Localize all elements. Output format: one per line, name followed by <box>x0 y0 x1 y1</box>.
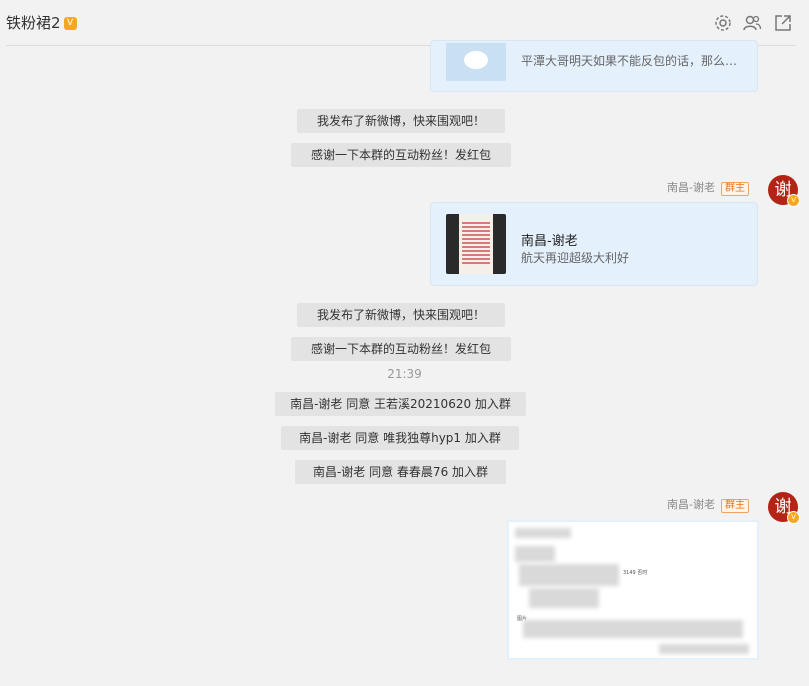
verified-icon: V <box>63 17 77 30</box>
group-title: 铁粉裙2 V <box>6 12 77 33</box>
blurred-content <box>523 620 743 638</box>
owner-badge: 群主 <box>720 182 749 196</box>
sender-name: 南昌-谢老 <box>667 181 715 194</box>
system-message: 感谢一下本群的互动粉丝！发红包 <box>291 143 511 167</box>
card-subtitle: 平潭大哥明天如果不能反包的话，那么… <box>521 54 738 68</box>
card-subtitle: 航天再迎超级大利好 <box>521 251 630 265</box>
verified-icon: V <box>787 511 800 524</box>
system-message: 感谢一下本群的互动粉丝！发红包 <box>291 337 511 361</box>
join-message: 南昌-谢老 同意 王若溪20210620 加入群 <box>275 392 526 416</box>
avatar[interactable]: 谢V <box>768 175 800 207</box>
blurred-content <box>515 546 555 562</box>
card-thumbnail <box>446 214 506 274</box>
avatar[interactable]: 谢V <box>768 492 800 524</box>
join-message: 南昌-谢老 同意 唯我独尊hyp1 加入群 <box>281 426 519 450</box>
gear-icon[interactable] <box>713 13 733 33</box>
sender-line: 南昌-谢老 群主 <box>667 496 749 513</box>
sender-name: 南昌-谢老 <box>667 498 715 511</box>
blurred-content <box>659 644 749 654</box>
system-message: 我发布了新微博，快来围观吧！ <box>297 109 505 133</box>
sender-line: 南昌-谢老 群主 <box>667 179 749 196</box>
image-caption: 3149 否时 <box>623 570 648 576</box>
card-title: 南昌-谢老 <box>521 234 578 249</box>
weibo-share-card-top[interactable]: 平潭大哥明天如果不能反包的话，那么… <box>430 40 758 92</box>
system-message: 我发布了新微博，快来围观吧！ <box>297 303 505 327</box>
weibo-share-card[interactable]: 南昌-谢老 航天再迎超级大利好 <box>430 202 758 286</box>
owner-badge: 群主 <box>720 499 749 513</box>
timestamp: 21:39 <box>387 367 422 381</box>
image-message[interactable]: 3149 否时 图片 <box>507 520 759 660</box>
people-icon[interactable] <box>742 13 762 33</box>
blurred-content <box>519 564 619 586</box>
blurred-content <box>529 588 599 608</box>
join-message: 南昌-谢老 同意 春春晨76 加入群 <box>295 460 506 484</box>
external-link-icon[interactable] <box>773 13 793 33</box>
verified-icon: V <box>787 194 800 207</box>
weibo-logo-icon <box>446 43 506 81</box>
blurred-content <box>515 528 571 538</box>
group-title-text: 铁粉裙2 <box>6 14 61 32</box>
